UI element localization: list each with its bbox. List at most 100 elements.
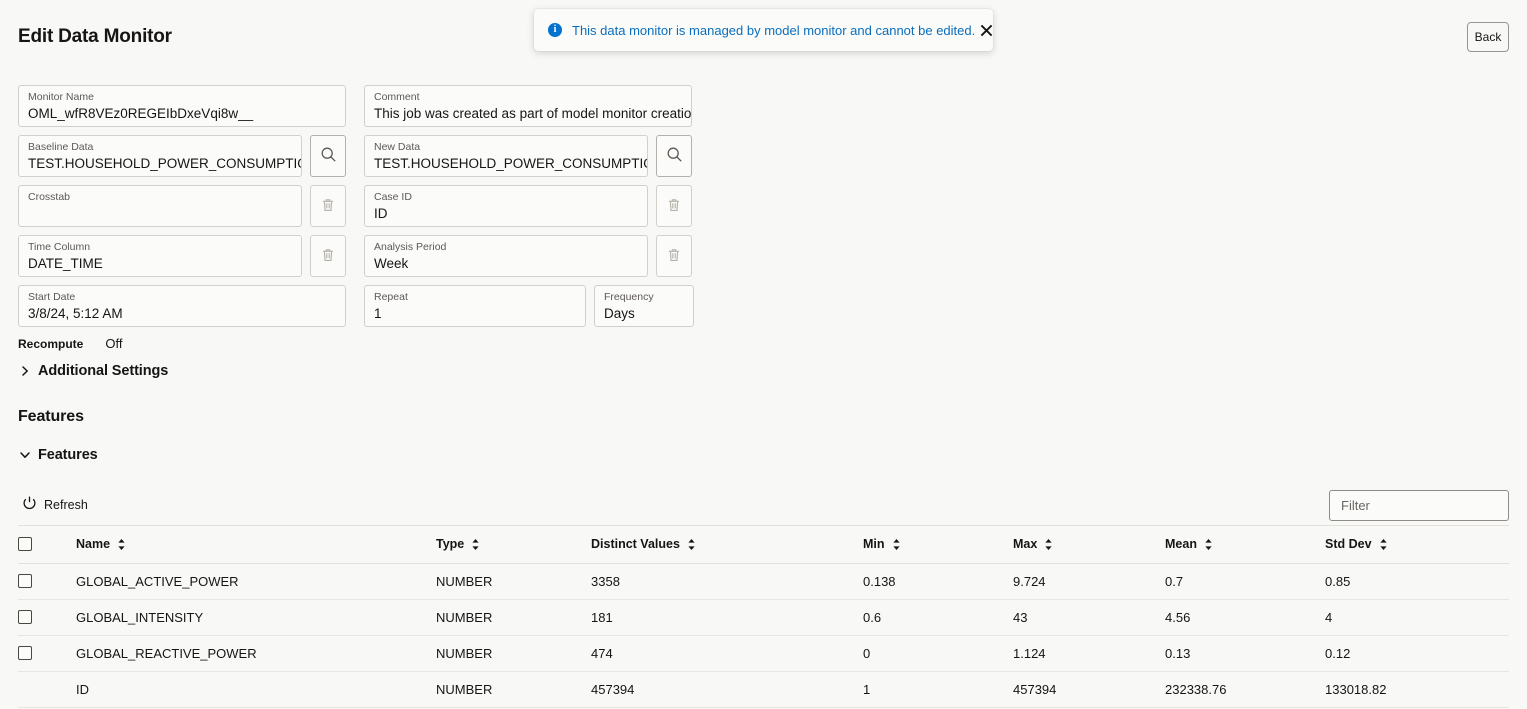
form-row-data-sources: Baseline Data TEST.HOUSEHOLD_POWER_CONSU… — [18, 135, 698, 177]
additional-settings-label: Additional Settings — [38, 363, 169, 379]
features-accordion[interactable]: Features — [18, 447, 98, 463]
frequency-field[interactable]: Frequency Days — [594, 285, 694, 327]
cell-distinct: 474 — [591, 635, 863, 672]
cell-distinct: 457394 — [591, 671, 863, 708]
filter-input[interactable] — [1329, 489, 1509, 521]
cell-max: 43 — [1013, 599, 1165, 636]
analysis-period-field[interactable]: Analysis Period Week — [364, 235, 648, 277]
column-header-max[interactable]: Max — [1013, 526, 1165, 564]
baseline-data-search-button[interactable] — [310, 135, 346, 177]
column-label-name: Name — [76, 537, 111, 552]
cell-name: GLOBAL_ACTIVE_POWER — [76, 563, 436, 600]
repeat-field[interactable]: Repeat 1 — [364, 285, 586, 327]
time-column-value: DATE_TIME — [28, 256, 103, 271]
search-icon — [666, 146, 683, 166]
start-date-value: 3/8/24, 5:12 AM — [28, 306, 123, 321]
table-row[interactable]: ID NUMBER 457394 1 457394 232338.76 133018.82 — [18, 671, 1509, 708]
repeat-value: 1 — [374, 306, 382, 321]
trash-icon — [320, 197, 336, 216]
frequency-label: Frequency — [604, 291, 654, 303]
features-table-container: Refresh Name — [18, 485, 1509, 708]
table-header-row: Name Type Distinct Values Min Max Mean S… — [18, 526, 1509, 564]
sort-icon — [471, 538, 480, 551]
sort-icon — [892, 538, 901, 551]
cell-distinct: 3358 — [591, 563, 863, 600]
analysis-period-label: Analysis Period — [374, 241, 447, 253]
table-row[interactable]: GLOBAL_ACTIVE_POWER NUMBER 3358 0.138 9.724 0… — [18, 563, 1509, 600]
crosstab-field[interactable]: Crosstab — [18, 185, 302, 227]
start-date-label: Start Date — [28, 291, 76, 303]
new-data-field[interactable]: New Data TEST.HOUSEHOLD_POWER_CONSUMPTIO… — [364, 135, 648, 177]
refresh-button[interactable]: Refresh — [18, 496, 92, 514]
trash-icon — [320, 247, 336, 266]
time-column-label: Time Column — [28, 241, 91, 253]
comment-field[interactable]: Comment This job was created as part of … — [364, 85, 692, 127]
features-accordion-label: Features — [38, 447, 98, 463]
edit-data-monitor-page: Edit Data Monitor Back i This data monit… — [0, 0, 1527, 709]
trash-icon — [666, 197, 682, 216]
table-row[interactable]: GLOBAL_REACTIVE_POWER NUMBER 474 0 1.124 0.13… — [18, 635, 1509, 672]
crosstab-delete-button[interactable] — [310, 185, 346, 227]
select-all-header — [18, 526, 76, 564]
case-id-delete-button[interactable] — [656, 185, 692, 227]
column-header-std-dev[interactable]: Std Dev — [1325, 526, 1509, 564]
column-label-min: Min — [863, 537, 885, 552]
time-column-delete-button[interactable] — [310, 235, 346, 277]
recompute-label: Recompute — [18, 337, 84, 351]
row-select-cell — [18, 563, 76, 600]
table-row[interactable]: GLOBAL_INTENSITY NUMBER 181 0.6 43 4.56 4 — [18, 599, 1509, 636]
row-select-cell — [18, 635, 76, 672]
table-header: Name Type Distinct Values Min Max Mean S… — [18, 526, 1509, 564]
recompute-value: Off — [105, 336, 123, 351]
cell-mean: 0.13 — [1165, 635, 1325, 672]
info-icon: i — [548, 23, 562, 37]
recompute-row: Recompute Off — [18, 336, 698, 351]
form-row-crosstab-caseid: Crosstab Case ID ID — [18, 185, 698, 227]
chevron-down-icon — [18, 448, 32, 462]
column-header-name[interactable]: Name — [76, 526, 436, 564]
additional-settings-accordion[interactable]: Additional Settings — [18, 363, 168, 379]
new-data-label: New Data — [374, 141, 421, 153]
time-column-field[interactable]: Time Column DATE_TIME — [18, 235, 302, 277]
column-header-type[interactable]: Type — [436, 526, 591, 564]
cell-std: 4 — [1325, 599, 1509, 636]
row-select-cell — [18, 671, 76, 708]
select-all-checkbox[interactable] — [18, 537, 32, 552]
cell-mean: 0.7 — [1165, 563, 1325, 600]
table-body: GLOBAL_ACTIVE_POWER NUMBER 3358 0.138 9.724 0… — [18, 563, 1509, 708]
case-id-value: ID — [374, 206, 388, 221]
column-label-distinct-values: Distinct Values — [591, 537, 680, 552]
column-header-mean[interactable]: Mean — [1165, 526, 1325, 564]
monitor-name-field[interactable]: Monitor Name OML_wfR8VEz0REGEIbDxeVqi8w_… — [18, 85, 346, 127]
row-checkbox[interactable] — [18, 610, 32, 624]
case-id-field[interactable]: Case ID ID — [364, 185, 648, 227]
cell-min: 0.6 — [863, 599, 1013, 636]
refresh-label: Refresh — [44, 498, 88, 512]
comment-value: This job was created as part of model mo… — [374, 106, 692, 121]
column-header-distinct-values[interactable]: Distinct Values — [591, 526, 863, 564]
row-checkbox[interactable] — [18, 646, 32, 660]
new-data-search-button[interactable] — [656, 135, 692, 177]
row-checkbox[interactable] — [18, 574, 32, 588]
analysis-period-value: Week — [374, 256, 409, 271]
cell-type: NUMBER — [436, 563, 591, 600]
baseline-data-field[interactable]: Baseline Data TEST.HOUSEHOLD_POWER_CONSU… — [18, 135, 302, 177]
close-icon[interactable] — [975, 19, 997, 41]
page-title: Edit Data Monitor — [18, 26, 172, 47]
row-select-cell — [18, 599, 76, 636]
chevron-right-icon — [18, 364, 32, 378]
features-table: Name Type Distinct Values Min Max Mean S… — [18, 526, 1509, 708]
table-toolbar: Refresh — [18, 485, 1509, 526]
baseline-data-value: TEST.HOUSEHOLD_POWER_CONSUMPTION_2007 — [28, 156, 301, 171]
monitor-name-label: Monitor Name — [28, 91, 94, 103]
column-header-min[interactable]: Min — [863, 526, 1013, 564]
cell-max: 1.124 — [1013, 635, 1165, 672]
back-button[interactable]: Back — [1467, 22, 1509, 52]
cell-name: ID — [76, 671, 436, 708]
start-date-field[interactable]: Start Date 3/8/24, 5:12 AM — [18, 285, 346, 327]
cell-max: 457394 — [1013, 671, 1165, 708]
baseline-data-label: Baseline Data — [28, 141, 94, 153]
trash-icon — [666, 247, 682, 266]
analysis-period-delete-button[interactable] — [656, 235, 692, 277]
repeat-label: Repeat — [374, 291, 408, 303]
